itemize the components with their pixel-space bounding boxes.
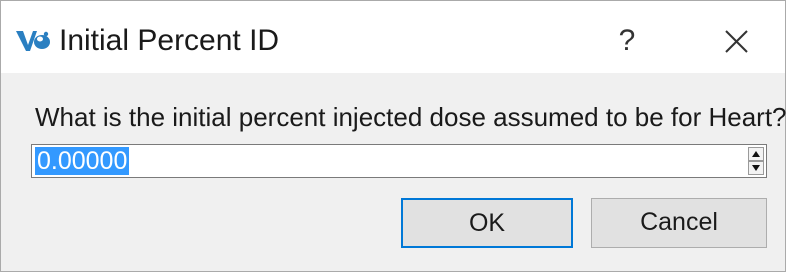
close-button[interactable] (711, 19, 761, 63)
percent-spinbox[interactable]: 0.00000 (31, 144, 767, 178)
app-logo-icon (15, 29, 51, 53)
help-button[interactable]: ? (605, 19, 649, 63)
window-title: Initial Percent ID (59, 24, 280, 57)
ok-button[interactable]: OK (401, 198, 573, 248)
spin-down-icon[interactable] (748, 161, 764, 175)
spin-up-icon[interactable] (748, 147, 764, 161)
spin-arrows (748, 147, 764, 175)
prompt-label: What is the initial percent injected dos… (35, 102, 786, 132)
close-icon (711, 19, 761, 63)
cancel-button[interactable]: Cancel (591, 198, 767, 248)
spinbox-value[interactable]: 0.00000 (35, 147, 130, 175)
initial-percent-dialog: Initial Percent ID ? What is the initial… (0, 0, 786, 272)
title-bar[interactable]: Initial Percent ID ? (1, 1, 785, 73)
